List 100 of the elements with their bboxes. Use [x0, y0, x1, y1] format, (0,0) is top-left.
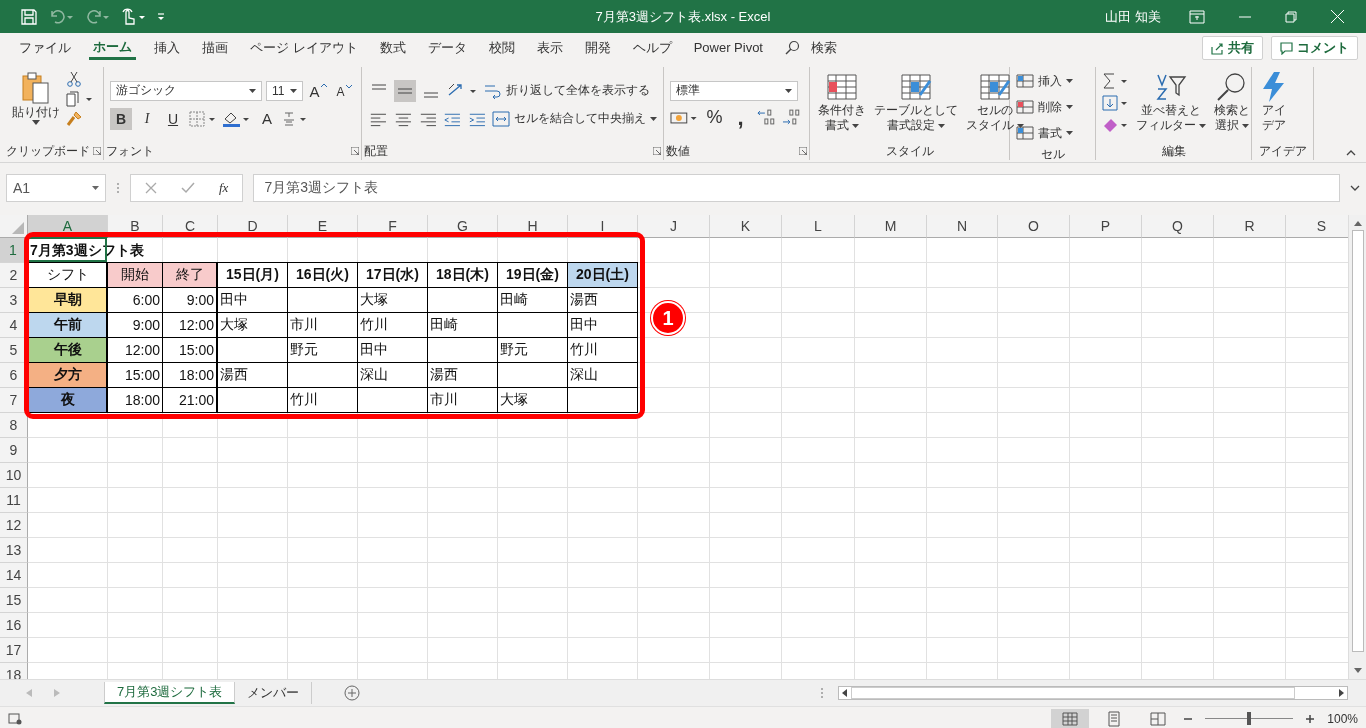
column-header[interactable]: P	[1070, 215, 1142, 238]
ribbon-tab[interactable]: 挿入	[143, 36, 191, 60]
collapse-ribbon-icon[interactable]	[1346, 150, 1356, 156]
dialog-launcher-icon[interactable]	[93, 147, 101, 155]
search-icon[interactable]	[784, 40, 800, 56]
ribbon-tab[interactable]: 描画	[191, 36, 239, 60]
share-button[interactable]: 共有	[1202, 36, 1263, 60]
merge-center-button[interactable]: セルを結合して中央揃え	[492, 107, 657, 130]
row-header[interactable]: 15	[0, 588, 28, 613]
macro-record-icon[interactable]	[8, 712, 22, 725]
restore-icon[interactable]	[1285, 10, 1297, 23]
font-color-button[interactable]: A	[256, 108, 278, 129]
row-header[interactable]: 16	[0, 613, 28, 638]
wrap-text-button[interactable]: 折り返して全体を表示する	[484, 79, 650, 102]
column-header[interactable]: K	[710, 215, 782, 238]
zoom-slider-thumb[interactable]	[1247, 712, 1252, 725]
vertical-align-icon[interactable]	[394, 79, 416, 102]
ribbon-tab[interactable]: 開発	[573, 36, 622, 60]
column-header[interactable]: S	[1286, 215, 1348, 238]
column-header[interactable]: O	[998, 215, 1070, 238]
sheet-tab[interactable]: 7月第3週シフト表	[104, 682, 236, 704]
search-label[interactable]: 検索	[800, 36, 848, 60]
expand-formula-bar-icon[interactable]	[1350, 184, 1360, 191]
percent-style-button[interactable]: %	[703, 106, 726, 129]
formula-input[interactable]: 7月第3週シフト表	[253, 173, 1340, 202]
redo-icon[interactable]	[84, 7, 110, 26]
style-button[interactable]: 条件付き 書式	[816, 69, 868, 135]
bold-button[interactable]: B	[110, 107, 132, 130]
comma-style-button[interactable]: ,	[729, 106, 752, 129]
save-icon[interactable]	[20, 7, 38, 26]
checkmark-icon[interactable]	[181, 181, 195, 194]
comment-button[interactable]: コメント	[1271, 36, 1358, 60]
eraser-icon[interactable]	[1102, 116, 1130, 134]
scrollbar-thumb[interactable]	[851, 687, 1295, 699]
dialog-launcher-icon[interactable]	[799, 147, 807, 155]
scroll-right-icon[interactable]	[1339, 689, 1344, 697]
ribbon-tab[interactable]: 数式	[368, 36, 417, 60]
style-button[interactable]: テーブルとして 書式設定	[872, 69, 960, 135]
cancel-icon[interactable]	[145, 181, 157, 194]
scissors-icon[interactable]	[66, 71, 82, 87]
zoom-level[interactable]: 100%	[1327, 711, 1358, 726]
ideas-button[interactable]: アイ デア	[1258, 69, 1290, 135]
ribbon-tab[interactable]: ホーム	[89, 36, 136, 60]
row-header[interactable]: 13	[0, 538, 28, 563]
ribbon-tab[interactable]: Power Pivot	[682, 36, 774, 60]
ribbon-tab[interactable]: ヘルプ	[621, 36, 683, 60]
add-sheet-icon[interactable]	[344, 685, 361, 701]
scroll-up-icon[interactable]	[1353, 221, 1362, 226]
row-header[interactable]: 14	[0, 563, 28, 588]
paintbrush-icon[interactable]	[66, 111, 82, 127]
ribbon-tab[interactable]: 表示	[525, 36, 574, 60]
increase-font-size-button[interactable]: A	[307, 79, 329, 102]
column-header[interactable]: N	[927, 215, 998, 238]
ribbon-tab[interactable]: 校閲	[477, 36, 526, 60]
column-header[interactable]: Q	[1142, 215, 1214, 238]
name-box[interactable]: A1	[6, 173, 106, 202]
number-format-dropdown[interactable]: 標準	[670, 80, 798, 101]
column-header[interactable]: M	[855, 215, 927, 238]
dialog-launcher-icon[interactable]	[351, 147, 359, 155]
row-header[interactable]: 11	[0, 488, 28, 513]
insert-function-button[interactable]: fx	[219, 179, 229, 196]
sheet-tab[interactable]: メンバー	[235, 682, 313, 704]
ribbon-display-icon[interactable]	[1189, 9, 1205, 24]
underline-button[interactable]: U	[162, 107, 184, 130]
fill-down-icon[interactable]	[1102, 94, 1130, 112]
column-header[interactable]: J	[638, 215, 710, 238]
dialog-launcher-icon[interactable]	[653, 147, 661, 155]
user-name[interactable]: 山田 知美	[1105, 7, 1161, 26]
font-size-dropdown[interactable]: 11	[265, 80, 303, 101]
italic-button[interactable]: I	[136, 107, 158, 130]
horizontal-scrollbar[interactable]	[838, 686, 1348, 700]
editing-button[interactable]: 検索と 選択	[1212, 69, 1252, 135]
editing-button[interactable]: 並べ替えと フィルター	[1134, 69, 1208, 135]
ribbon-tab[interactable]: データ	[416, 36, 478, 60]
row-header[interactable]: 12	[0, 513, 28, 538]
zoom-in-icon[interactable]	[1305, 713, 1316, 724]
row-header[interactable]: 17	[0, 638, 28, 663]
close-icon[interactable]	[1331, 10, 1344, 23]
row-header[interactable]: 8	[0, 413, 28, 438]
paste-button[interactable]: 貼り付け	[10, 69, 62, 127]
copy-icon[interactable]	[66, 91, 94, 107]
scroll-down-icon[interactable]	[1353, 668, 1362, 673]
column-header[interactable]: L	[782, 215, 855, 238]
format-cells-icon	[1016, 125, 1034, 141]
scrollbar-thumb[interactable]	[1351, 230, 1364, 652]
undo-icon[interactable]	[48, 7, 74, 26]
ribbon-tab[interactable]: ページ レイアウト	[239, 36, 369, 60]
column-header[interactable]: R	[1214, 215, 1286, 238]
row-header[interactable]: 10	[0, 463, 28, 488]
vertical-scrollbar[interactable]	[1348, 215, 1366, 679]
ribbon-tab[interactable]: ファイル	[8, 36, 82, 60]
table-cell: 市川	[428, 388, 498, 413]
scroll-left-icon[interactable]	[842, 689, 847, 697]
decrease-font-size-button[interactable]: A	[333, 79, 355, 102]
normal-view-icon[interactable]	[1051, 708, 1090, 728]
font-name-dropdown[interactable]: 游ゴシック	[110, 80, 262, 101]
sum-icon[interactable]	[1102, 72, 1130, 90]
row-header[interactable]: 9	[0, 438, 28, 463]
hand-pointer-icon[interactable]	[120, 7, 146, 26]
table-cell: 12:00	[163, 313, 218, 338]
